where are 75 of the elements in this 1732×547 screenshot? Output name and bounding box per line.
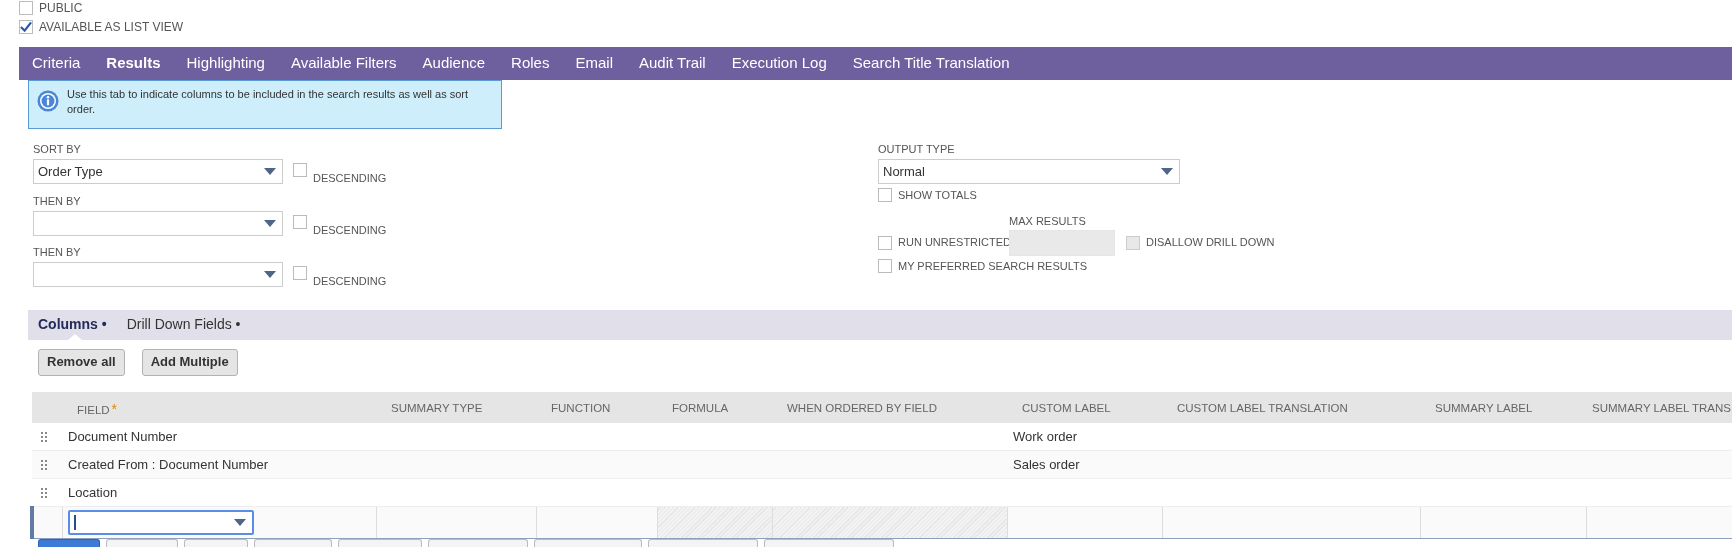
checkbox[interactable] [878, 258, 892, 273]
tab[interactable]: Audit Trail [638, 47, 720, 80]
table-cell: Work order [1013, 428, 1078, 444]
field-label: SORT BY [33, 143, 82, 156]
drag-handle-icon[interactable] [41, 460, 47, 471]
dropdown[interactable] [33, 210, 283, 236]
table-cell: Location [68, 484, 118, 500]
caret-icon [264, 271, 276, 278]
field-label: THEN BY [33, 194, 82, 208]
column-header: SUMMARY LABEL TRANS [1592, 402, 1731, 415]
checkbox-label: RUN UNRESTRICTED [898, 235, 1012, 251]
partial-button[interactable] [184, 539, 248, 547]
column-header: SUMMARY LABEL [1435, 402, 1533, 415]
caret-icon [264, 168, 276, 175]
checkbox[interactable] [19, 1, 33, 15]
checkbox[interactable] [293, 266, 307, 280]
table-cell: Created From : Document Number [68, 456, 269, 472]
required-mark: * [111, 400, 118, 417]
checkbox[interactable] [19, 20, 33, 34]
tab[interactable]: Highlighting [186, 47, 279, 80]
dropdown[interactable]: Normal [878, 159, 1180, 184]
checkbox[interactable] [878, 188, 892, 203]
checkbox-label: DESCENDING [313, 274, 387, 289]
checkbox-label: DISALLOW DRILL DOWN [1146, 235, 1275, 251]
partial-button[interactable] [648, 539, 758, 547]
caret-icon [1161, 168, 1173, 175]
field-dropdown[interactable] [67, 510, 254, 535]
caret-icon [264, 219, 276, 227]
tab[interactable]: Execution Log [731, 47, 841, 80]
column-header: FORMULA [672, 402, 729, 415]
partial-button[interactable] [764, 539, 894, 547]
tab[interactable]: Available Filters [290, 47, 411, 80]
checkbox-label: DESCENDING [313, 222, 387, 238]
info-icon [37, 90, 59, 112]
checkbox-label: PUBLIC [39, 0, 83, 17]
caret-icon [233, 519, 246, 526]
column-header: SUMMARY TYPE [391, 402, 483, 415]
partial-button[interactable] [106, 539, 178, 547]
partial-button[interactable] [338, 539, 422, 547]
tab[interactable]: Results [106, 47, 175, 80]
table-cell: Document Number [68, 428, 178, 444]
checkbox-label: DESCENDING [313, 171, 387, 186]
column-header: WHEN ORDERED BY FIELD [787, 402, 937, 415]
action-button[interactable]: Remove all [38, 348, 125, 376]
partial-button[interactable] [534, 539, 642, 547]
tab[interactable]: Roles [511, 47, 564, 80]
checkbox[interactable] [293, 214, 307, 229]
column-header: FUNCTION [551, 402, 611, 415]
column-header: CUSTOM LABEL TRANSLATION [1177, 402, 1348, 415]
checkbox-label: AVAILABLE AS LIST VIEW [39, 19, 184, 36]
field-label: OUTPUT TYPE [878, 143, 956, 156]
checkbox[interactable] [878, 235, 892, 250]
subtab[interactable]: Columns • [38, 309, 113, 340]
partial-button[interactable] [38, 539, 100, 547]
tab[interactable]: Email [575, 47, 627, 80]
partial-button[interactable] [254, 539, 332, 547]
partial-button[interactable] [428, 539, 528, 547]
tab[interactable]: Audience [422, 47, 500, 80]
field-label: MAX RESULTS [1009, 214, 1087, 228]
field-label: THEN BY [33, 246, 82, 259]
table-cell: Sales order [1013, 456, 1080, 472]
action-button[interactable]: Add Multiple [141, 348, 238, 376]
checkbox-label: MY PREFERRED SEARCH RESULTS [898, 258, 1088, 274]
drag-handle-icon[interactable] [41, 488, 47, 499]
checkbox-label: SHOW TOTALS [898, 188, 977, 203]
tab[interactable]: Search Title Translation [852, 47, 1024, 80]
drag-handle-icon[interactable] [41, 432, 47, 443]
info-message: Use this tab to indicate columns to be included in the search results as well as sort order. [67, 87, 470, 117]
dropdown[interactable]: Order Type [33, 159, 283, 184]
dropdown[interactable] [33, 262, 283, 287]
column-header: CUSTOM LABEL [1022, 402, 1111, 415]
subtab[interactable]: Drill Down Fields • [126, 309, 247, 340]
checkbox[interactable] [293, 163, 307, 177]
column-header: FIELD [77, 403, 110, 416]
tab[interactable]: Criteria [32, 47, 95, 80]
